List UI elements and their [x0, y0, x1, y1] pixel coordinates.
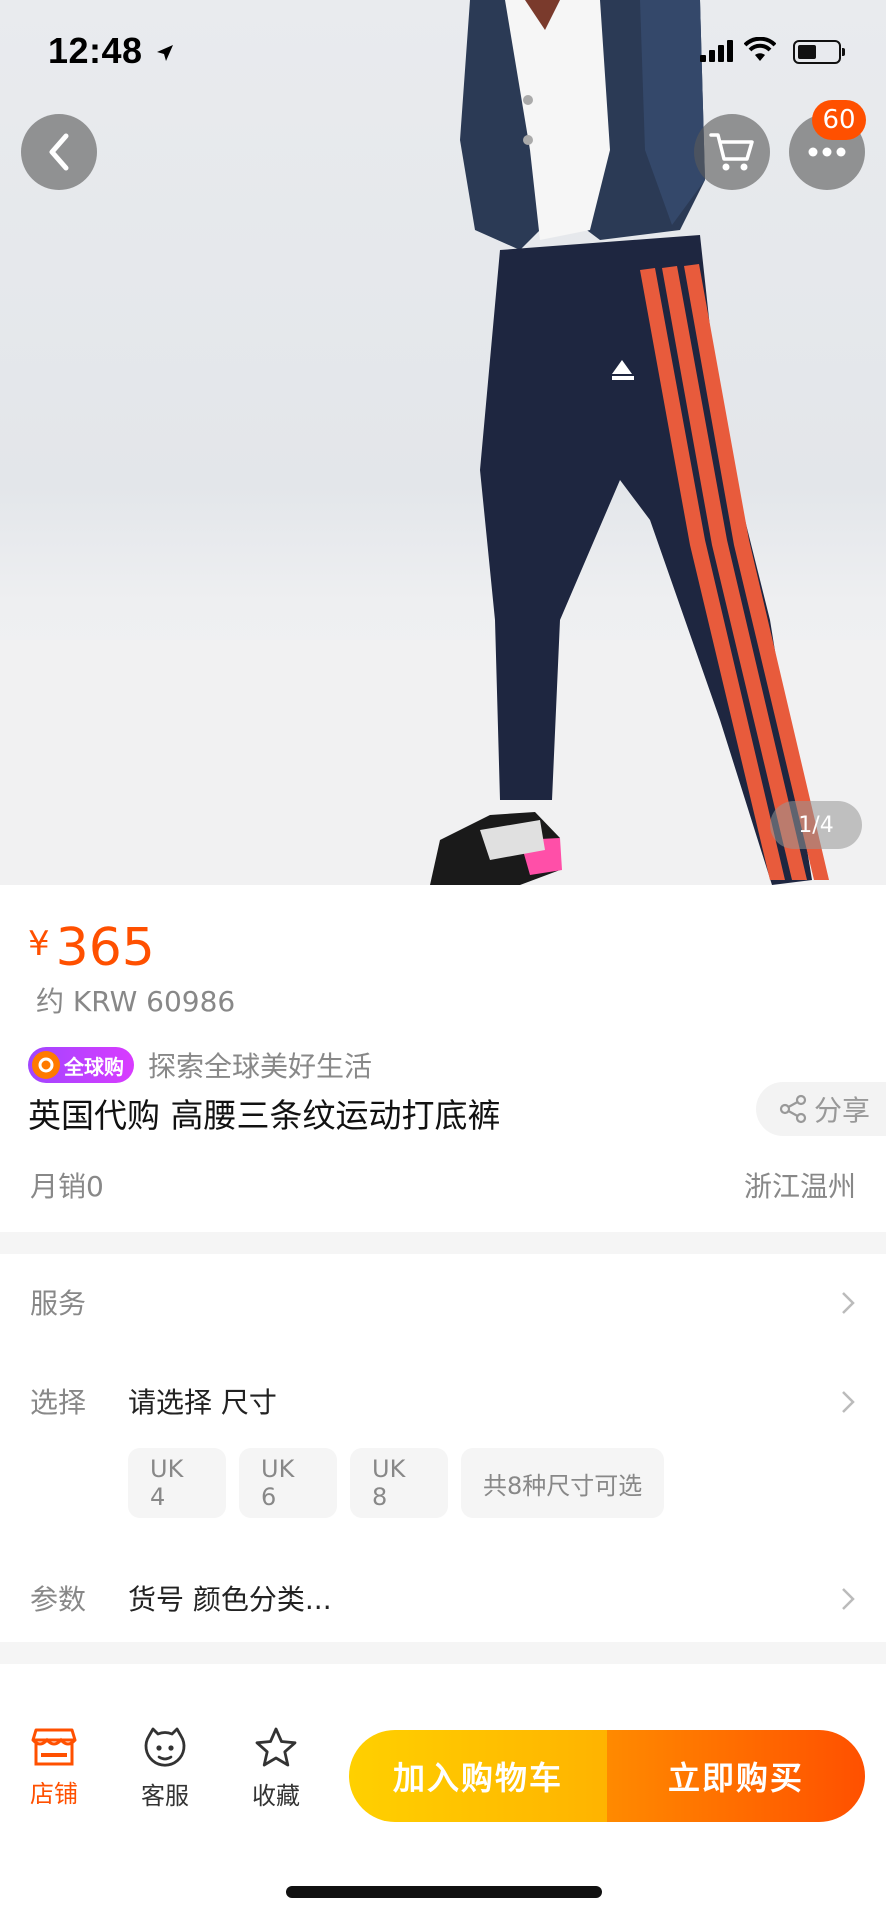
bottom-action-bar: 店铺 客服 收藏 加入购物车 立即购买 [0, 1710, 886, 1840]
image-pager: 1/4 [770, 801, 862, 849]
price: ¥365 [28, 918, 155, 978]
service-label: 服务 [30, 1287, 87, 1320]
global-tag-icon [32, 1051, 60, 1079]
sales-location-row: 月销0 浙江温州 [30, 1165, 856, 1205]
customer-service-tab[interactable]: 客服 [130, 1726, 200, 1811]
chevron-right-icon [842, 1292, 855, 1314]
cart-count-badge: 60 [812, 100, 866, 140]
favorite-tab[interactable]: 收藏 [241, 1726, 311, 1811]
shop-tab[interactable]: 店铺 [19, 1726, 89, 1809]
back-button[interactable] [21, 114, 97, 190]
approx-price: 约 KRW 60986 [36, 985, 236, 1018]
product-image-carousel[interactable]: 12:48 60 1/4 [0, 0, 886, 885]
chevron-right-icon [842, 1588, 855, 1610]
global-purchase-tag: 全球购 [28, 1047, 134, 1083]
location-arrow-icon [157, 45, 173, 61]
wifi-icon [744, 37, 776, 61]
share-icon [779, 1094, 807, 1124]
ship-from-location: 浙江温州 [743, 1170, 856, 1203]
select-size-row[interactable]: 选择 请选择 尺寸 [30, 1371, 856, 1431]
more-icon [808, 147, 846, 157]
section-divider [0, 1642, 886, 1664]
shop-label: 店铺 [30, 1780, 78, 1808]
params-label: 参数 [30, 1583, 87, 1616]
size-chip[interactable]: UK 6 [239, 1448, 337, 1518]
chevron-right-icon [842, 1391, 855, 1413]
customer-service-icon [144, 1727, 186, 1767]
more-sizes-chip[interactable]: 共8种尺寸可选 [461, 1448, 665, 1518]
status-time: 12:48 [48, 30, 143, 71]
size-chip[interactable]: UK 4 [128, 1448, 226, 1518]
select-label: 选择 [30, 1386, 87, 1419]
slogan: 探索全球美好生活 [148, 1050, 373, 1083]
size-chip[interactable]: UK 8 [350, 1448, 448, 1518]
buy-now-button[interactable]: 立即购买 [607, 1730, 865, 1822]
global-purchase-row: 全球购 探索全球美好生活 [28, 1045, 372, 1085]
favorite-label: 收藏 [252, 1782, 300, 1810]
share-button[interactable]: 分享 [756, 1082, 886, 1136]
price-amount: 365 [55, 918, 155, 978]
cart-button[interactable] [694, 114, 770, 190]
share-label: 分享 [814, 1094, 871, 1127]
size-chips: UK 4 UK 6 UK 8 共8种尺寸可选 [128, 1448, 677, 1518]
status-bar: 12:48 [0, 0, 886, 110]
params-row[interactable]: 参数 货号 颜色分类... [30, 1568, 856, 1628]
product-title: 英国代购 高腰三条纹运动打底裤 [28, 1096, 501, 1135]
global-tag-label: 全球购 [64, 1054, 124, 1079]
select-value: 请选择 尺寸 [128, 1386, 277, 1419]
service-row[interactable]: 服务 [30, 1272, 856, 1332]
battery-icon [793, 40, 845, 64]
shop-icon [31, 1728, 77, 1766]
section-divider [0, 1232, 886, 1254]
star-icon [255, 1727, 297, 1767]
back-icon [49, 133, 69, 171]
add-to-cart-button[interactable]: 加入购物车 [349, 1730, 607, 1822]
home-indicator[interactable] [286, 1886, 602, 1898]
monthly-sales: 月销0 [30, 1170, 104, 1203]
cart-icon [709, 133, 754, 171]
cellular-signal-icon [700, 40, 733, 62]
currency-symbol: ¥ [28, 924, 50, 964]
params-value: 货号 颜色分类... [128, 1583, 332, 1616]
customer-service-label: 客服 [141, 1782, 189, 1810]
